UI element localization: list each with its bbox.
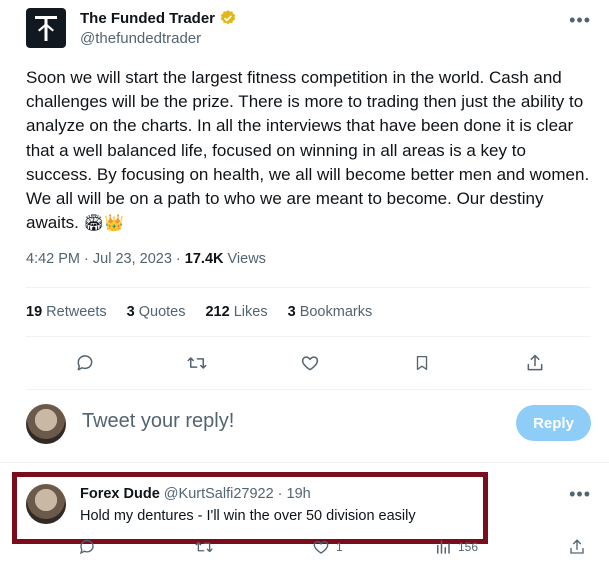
views-count: 17.4K	[184, 251, 224, 267]
like-icon[interactable]	[293, 346, 327, 380]
reply-like-count: 1	[336, 540, 343, 554]
author-avatar[interactable]	[26, 8, 66, 48]
stat-retweets-label: Retweets	[46, 304, 107, 320]
reply-like-button[interactable]: 1	[312, 538, 343, 556]
tweet-body: Soon we will start the largest fitness c…	[26, 68, 590, 233]
stat-bookmarks[interactable]: 3 Bookmarks	[288, 304, 373, 320]
reply-author-name[interactable]: Forex Dude	[80, 486, 160, 502]
reply-author-handle[interactable]: @KurtSalfi27922	[164, 486, 274, 502]
reply-button[interactable]: Reply	[516, 405, 591, 441]
reply-views-button[interactable]: 156	[434, 538, 478, 556]
bookmark-icon[interactable]	[405, 346, 439, 380]
views-label: Views	[223, 251, 266, 267]
reply-share-icon[interactable]	[568, 538, 586, 556]
stat-bookmarks-num: 3	[287, 304, 296, 320]
stat-quotes-label: Quotes	[138, 304, 186, 320]
tweet-emoji: 🏟👑	[83, 213, 124, 233]
more-icon[interactable]: •••	[569, 10, 591, 31]
retweet-icon[interactable]	[180, 346, 214, 380]
reply-author[interactable]: Forex Dude @KurtSalfi27922 · 19h	[80, 486, 311, 502]
share-icon[interactable]	[518, 346, 552, 380]
tweet-meta: 4:42 PM · Jul 23, 2023 · 17.4K Views	[26, 251, 266, 267]
like-icon	[313, 541, 329, 554]
stat-likes-num: 212	[205, 304, 230, 320]
more-icon[interactable]: •••	[569, 484, 591, 505]
divider	[26, 336, 591, 337]
reply-timestamp[interactable]: · 19h	[274, 486, 311, 502]
reply-actions: 1 156	[26, 538, 591, 560]
author-name[interactable]: The Funded Trader	[80, 9, 237, 27]
divider	[26, 287, 591, 288]
reply-input[interactable]: Tweet your reply!	[82, 410, 234, 433]
author-name-text[interactable]: The Funded Trader	[80, 10, 215, 27]
tweet-timestamp[interactable]: 4:42 PM · Jul 23, 2023 ·	[26, 251, 185, 267]
stat-likes[interactable]: 212 Likes	[205, 304, 267, 320]
reply-views-count: 156	[458, 540, 479, 554]
stat-retweets-num: 19	[26, 304, 43, 320]
reply-author-avatar[interactable]	[26, 484, 66, 524]
tweet-actions	[26, 346, 591, 380]
stat-bookmarks-label: Bookmarks	[299, 304, 373, 320]
current-user-avatar[interactable]	[26, 404, 66, 444]
divider	[0, 462, 609, 463]
brand-logo-icon	[35, 16, 57, 41]
reply-reply-icon[interactable]	[78, 538, 96, 556]
reply-icon[interactable]	[68, 346, 102, 380]
reply-text: Hold my dentures - I'll win the over 50 …	[80, 508, 416, 524]
tweet-text: Soon we will start the largest fitness c…	[26, 66, 591, 235]
divider	[26, 389, 591, 390]
tweet-stats: 19 Retweets 3 Quotes 212 Likes 3 Bookmar…	[26, 304, 372, 320]
author-handle[interactable]: @thefundedtrader	[80, 30, 201, 47]
views-icon	[437, 540, 450, 554]
reply-retweet-icon[interactable]	[194, 538, 214, 556]
stat-quotes-num: 3	[126, 304, 135, 320]
verified-badge-icon	[220, 10, 236, 25]
stat-quotes[interactable]: 3 Quotes	[127, 304, 186, 320]
stat-retweets[interactable]: 19 Retweets	[26, 304, 107, 320]
stat-likes-label: Likes	[233, 304, 268, 320]
